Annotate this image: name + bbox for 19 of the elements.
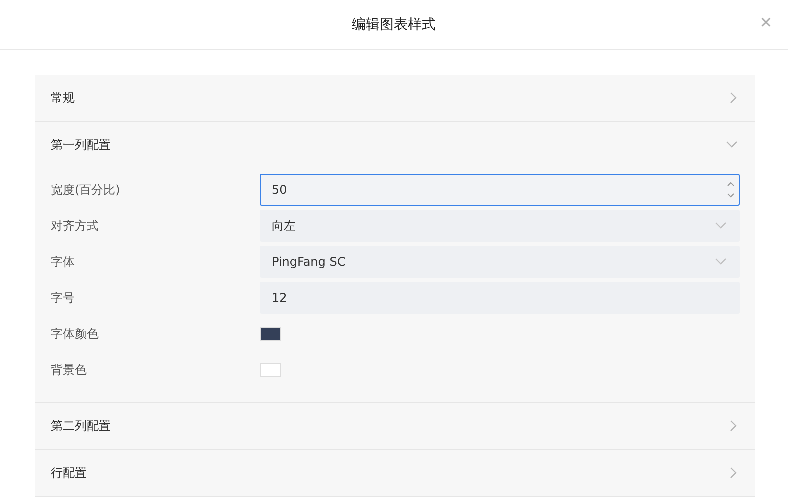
field-label: 字号 <box>51 290 76 306</box>
chevron-down-icon <box>715 258 727 266</box>
field-label: 字体 <box>51 254 76 270</box>
color-swatch[interactable] <box>260 327 281 341</box>
chevron-down-icon <box>715 222 727 230</box>
color-swatch[interactable] <box>260 363 281 377</box>
select-field[interactable]: PingFang SC <box>260 246 740 278</box>
dialog-title: 编辑图表样式 <box>352 16 436 34</box>
number-input[interactable]: 50 <box>260 174 740 206</box>
select-field[interactable]: 向左 <box>260 210 740 242</box>
section-header[interactable]: 第二列配置 <box>35 403 755 449</box>
input-field[interactable]: 12 <box>260 282 740 314</box>
section-header[interactable]: 常规 <box>35 75 755 121</box>
section-header[interactable]: 第一列配置 <box>35 122 755 168</box>
field-label: 宽度(百分比) <box>51 182 122 198</box>
field-label: 对齐方式 <box>51 218 100 234</box>
field-label: 字体颜色 <box>51 326 100 342</box>
field-label: 背景色 <box>51 362 88 378</box>
section-header[interactable]: 行配置 <box>35 450 755 496</box>
